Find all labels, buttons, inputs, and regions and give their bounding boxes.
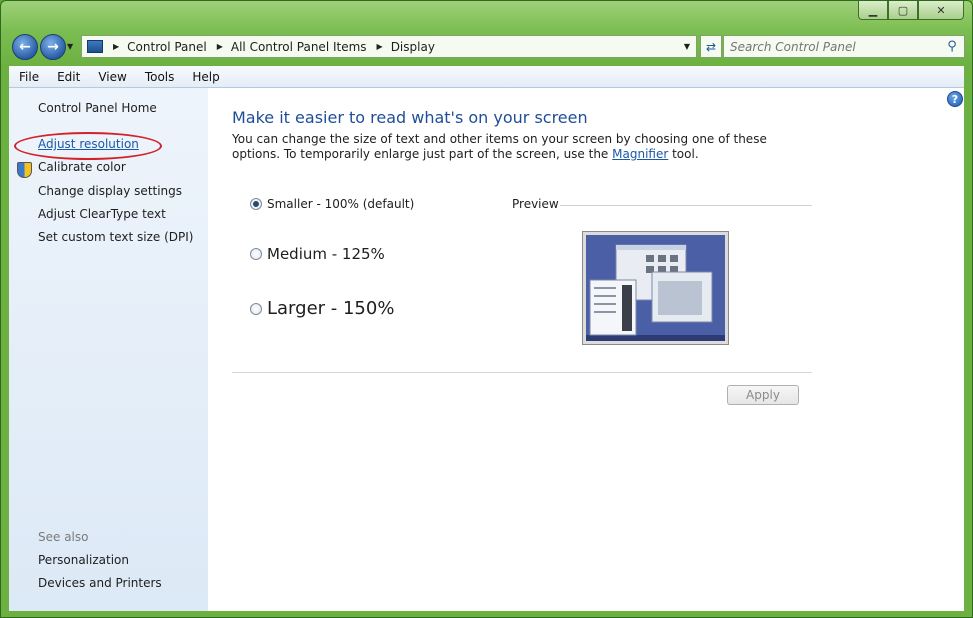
maximize-icon: ▢ — [897, 3, 909, 17]
breadcrumb-display[interactable]: Display — [391, 40, 435, 54]
close-icon: ✕ — [936, 3, 946, 17]
refresh-icon: ⇄ — [705, 39, 717, 54]
search-box[interactable]: ⚲ — [723, 35, 965, 58]
recent-pages-dropdown[interactable]: ▼ — [67, 42, 73, 51]
section-divider — [232, 372, 812, 373]
breadcrumb-all-items[interactable]: All Control Panel Items — [231, 40, 367, 54]
sidebar-adjust-cleartype[interactable]: Adjust ClearType text — [38, 207, 166, 221]
preview-image — [582, 231, 729, 345]
chevron-down-icon: ▼ — [67, 42, 74, 51]
page-description: You can change the size of text and othe… — [232, 132, 792, 162]
chevron-down-icon[interactable]: ▼ — [684, 42, 690, 51]
magnifier-link[interactable]: Magnifier — [612, 147, 668, 161]
menu-edit[interactable]: Edit — [47, 70, 88, 84]
option-larger[interactable]: Larger - 150% — [250, 298, 394, 319]
page-title: Make it easier to read what's on your sc… — [232, 108, 588, 127]
menu-view[interactable]: View — [88, 70, 134, 84]
sidebar-control-panel-home[interactable]: Control Panel Home — [38, 101, 157, 115]
sidebar-change-display-settings[interactable]: Change display settings — [38, 184, 182, 198]
help-button[interactable]: ? — [947, 91, 963, 107]
minimize-button[interactable]: ▁ — [858, 1, 888, 20]
see-also-heading: See also — [38, 530, 89, 544]
radio-larger[interactable] — [250, 302, 262, 315]
display-window: ▁ ▢ ✕ ← → ▼ ▶ Control Panel ▶ All Contro… — [0, 0, 973, 618]
preview-divider — [560, 205, 812, 206]
close-button[interactable]: ✕ — [918, 1, 964, 20]
chevron-right-icon[interactable]: ▶ — [113, 42, 119, 51]
description-tail: tool. — [668, 147, 699, 161]
preview-label: Preview — [512, 197, 559, 211]
option-medium-label[interactable]: Medium - 125% — [267, 245, 385, 263]
forward-button[interactable]: → — [40, 34, 66, 60]
maximize-button[interactable]: ▢ — [888, 1, 918, 20]
arrow-right-icon: → — [47, 39, 59, 55]
arrow-left-icon: ← — [19, 39, 31, 55]
address-bar[interactable]: ▶ Control Panel ▶ All Control Panel Item… — [81, 35, 697, 58]
sidebar: Control Panel Home Adjust resolution Cal… — [9, 88, 208, 611]
radio-smaller[interactable] — [250, 198, 262, 210]
desktop-preview-icon — [586, 235, 725, 341]
chevron-right-icon[interactable]: ▶ — [217, 42, 223, 51]
sidebar-calibrate-color[interactable]: Calibrate color — [38, 160, 126, 174]
search-icon[interactable]: ⚲ — [944, 39, 960, 54]
apply-button[interactable]: Apply — [727, 385, 799, 405]
uac-shield-icon — [17, 162, 32, 178]
menu-tools[interactable]: Tools — [135, 70, 183, 84]
refresh-button[interactable]: ⇄ — [700, 35, 722, 58]
control-panel-icon — [87, 40, 103, 53]
navigation-bar: ← → ▼ ▶ Control Panel ▶ All Control Pane… — [9, 34, 965, 60]
option-smaller-label[interactable]: Smaller - 100% (default) — [267, 197, 414, 211]
search-input[interactable] — [724, 36, 944, 57]
caption-buttons: ▁ ▢ ✕ — [858, 1, 964, 20]
sidebar-devices-printers[interactable]: Devices and Printers — [38, 576, 162, 590]
minimize-icon: ▁ — [868, 3, 878, 17]
menu-file[interactable]: File — [9, 70, 47, 84]
menu-help[interactable]: Help — [182, 70, 227, 84]
radio-medium[interactable] — [250, 248, 262, 260]
content-area: Control Panel Home Adjust resolution Cal… — [9, 88, 964, 611]
menu-bar: File Edit View Tools Help — [9, 66, 964, 88]
sidebar-personalization[interactable]: Personalization — [38, 553, 129, 567]
option-medium[interactable]: Medium - 125% — [250, 245, 385, 263]
help-icon: ? — [951, 92, 959, 106]
sidebar-custom-text-size[interactable]: Set custom text size (DPI) — [38, 230, 193, 244]
chevron-right-icon[interactable]: ▶ — [377, 42, 383, 51]
option-smaller[interactable]: Smaller - 100% (default) — [250, 197, 414, 211]
breadcrumb-control-panel[interactable]: Control Panel — [127, 40, 207, 54]
back-button[interactable]: ← — [12, 34, 38, 60]
sidebar-adjust-resolution[interactable]: Adjust resolution — [38, 137, 139, 151]
option-larger-label[interactable]: Larger - 150% — [267, 298, 394, 319]
